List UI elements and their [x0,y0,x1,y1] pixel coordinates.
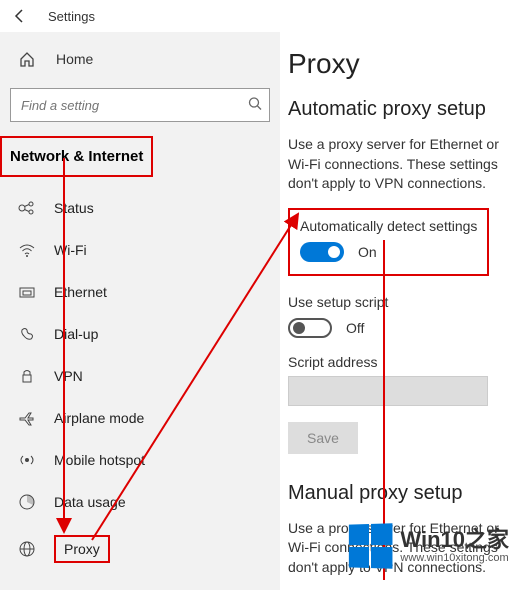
main-panel: Proxy Automatic proxy setup Use a proxy … [280,32,515,590]
sidebar-item-label: Data usage [54,494,126,510]
dialup-icon [18,325,36,343]
sidebar-item-label: VPN [54,368,83,384]
back-button[interactable] [8,4,32,28]
proxy-icon [18,540,36,558]
windows-logo-icon [349,523,393,568]
vpn-icon [18,367,36,385]
hotspot-icon [18,451,36,469]
sidebar-item-label: Mobile hotspot [54,452,145,468]
window-title: Settings [48,9,95,24]
sidebar-item-label: Proxy [54,535,110,563]
sidebar-item-label: Ethernet [54,284,107,300]
sidebar-item-label: Wi-Fi [54,242,87,258]
sidebar-item-ethernet[interactable]: Ethernet [0,271,280,313]
manual-proxy-header: Manual proxy setup [288,482,515,505]
sidebar-item-wifi[interactable]: Wi-Fi [0,229,280,271]
script-address-label: Script address [288,354,515,370]
use-script-state: Off [346,320,364,336]
autodetect-block: Automatically detect settings On [288,208,489,276]
datausage-icon [18,493,36,511]
watermark: Win10之家 www.win10xitong.com [348,524,509,568]
sidebar-item-label: Airplane mode [54,410,144,426]
sidebar-item-airplane[interactable]: Airplane mode [0,397,280,439]
search-icon [248,97,262,114]
autodetect-label: Automatically detect settings [300,218,477,234]
use-script-toggle[interactable] [288,318,332,338]
search-input[interactable] [10,88,270,122]
sidebar-item-proxy[interactable]: Proxy [0,523,280,575]
sidebar-section-header: Network & Internet [0,136,153,177]
autodetect-state: On [358,244,377,260]
sidebar-item-home[interactable]: Home [0,40,280,78]
auto-proxy-header: Automatic proxy setup [288,98,515,121]
script-address-input[interactable] [288,376,488,406]
use-script-label: Use setup script [288,294,515,310]
sidebar-item-label: Dial-up [54,326,98,342]
airplane-icon [18,409,36,427]
ethernet-icon [18,283,36,301]
sidebar-item-hotspot[interactable]: Mobile hotspot [0,439,280,481]
status-icon [18,199,36,217]
sidebar-item-label: Status [54,200,94,216]
sidebar-item-vpn[interactable]: VPN [0,355,280,397]
page-title: Proxy [288,48,515,80]
sidebar-home-label: Home [56,51,93,67]
sidebar-item-datausage[interactable]: Data usage [0,481,280,523]
autodetect-toggle[interactable] [300,242,344,262]
wifi-icon [18,241,36,259]
watermark-url: www.win10xitong.com [400,552,509,564]
sidebar-item-status[interactable]: Status [0,187,280,229]
auto-proxy-desc: Use a proxy server for Ethernet or Wi-Fi… [288,135,515,194]
sidebar: Home Network & Internet Status [0,32,280,590]
sidebar-item-dialup[interactable]: Dial-up [0,313,280,355]
home-icon [18,50,36,68]
save-button[interactable]: Save [288,422,358,454]
watermark-brand: Win10之家 [400,528,509,552]
